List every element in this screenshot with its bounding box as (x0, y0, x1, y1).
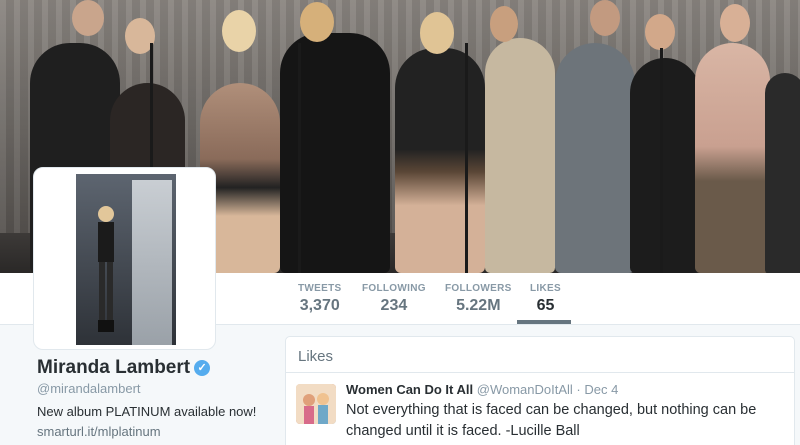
performer (765, 73, 800, 273)
tweet-separator: · (576, 382, 581, 397)
stat-likes[interactable]: LIKES 65 (530, 283, 561, 315)
mic-stand (298, 43, 301, 273)
mic-stand (660, 48, 663, 273)
stat-label: FOLLOWERS (445, 283, 512, 294)
avatar-background (132, 180, 172, 345)
performer-head (720, 4, 750, 42)
performer (395, 48, 485, 273)
stat-following[interactable]: FOLLOWING 234 (362, 283, 426, 315)
profile-avatar[interactable] (33, 167, 216, 350)
performer-head (420, 12, 454, 54)
performer (485, 38, 555, 273)
verified-badge-icon: ✓ (194, 360, 211, 376)
stat-label: TWEETS (298, 283, 342, 294)
performer-head (222, 10, 256, 52)
tweet-author-name[interactable]: Women Can Do It All (346, 382, 473, 397)
stat-tweets[interactable]: TWEETS 3,370 (298, 283, 341, 315)
profile-name-row[interactable]: Miranda Lambert ✓ (37, 357, 211, 379)
profile-handle[interactable]: @mirandalambert (37, 381, 141, 396)
likes-timeline: Likes Women Can Do It All @WomanDoItAll … (285, 336, 795, 445)
performer (695, 43, 770, 273)
profile-link[interactable]: smarturl.it/mlplatinum (37, 424, 161, 439)
tweet-text: Not everything that is faced can be chan… (346, 402, 757, 439)
stat-value: 5.22M (456, 297, 501, 314)
tweet-author-handle[interactable]: @WomanDoItAll (477, 382, 573, 397)
mic-stand (465, 43, 468, 273)
avatar-person (98, 206, 114, 332)
avatar-photo (76, 174, 176, 345)
performer-head (645, 14, 675, 50)
stat-label: LIKES (530, 283, 561, 294)
performer (630, 58, 700, 273)
tweet-author-avatar[interactable] (296, 384, 336, 424)
timeline-title: Likes (286, 337, 794, 373)
stat-value: 3,370 (299, 297, 340, 314)
active-tab-indicator (517, 320, 571, 324)
stat-followers[interactable]: FOLLOWERS 5.22M (445, 283, 512, 315)
performer-head (590, 0, 620, 36)
avatar-illustration (296, 384, 336, 424)
performer (555, 43, 635, 273)
tweet-date[interactable]: Dec 4 (584, 382, 618, 397)
tweet-header: Women Can Do It All @WomanDoItAll · Dec … (346, 382, 618, 397)
performer-head (72, 0, 104, 36)
stat-label: FOLLOWING (362, 283, 426, 294)
performer-head (300, 2, 334, 42)
profile-name: Miranda Lambert (37, 357, 191, 378)
profile-bio: New album PLATINUM available now! (37, 404, 257, 419)
stat-value: 234 (380, 297, 408, 314)
performer-head (490, 6, 518, 42)
stat-value: 65 (536, 297, 555, 314)
performer (280, 33, 390, 273)
